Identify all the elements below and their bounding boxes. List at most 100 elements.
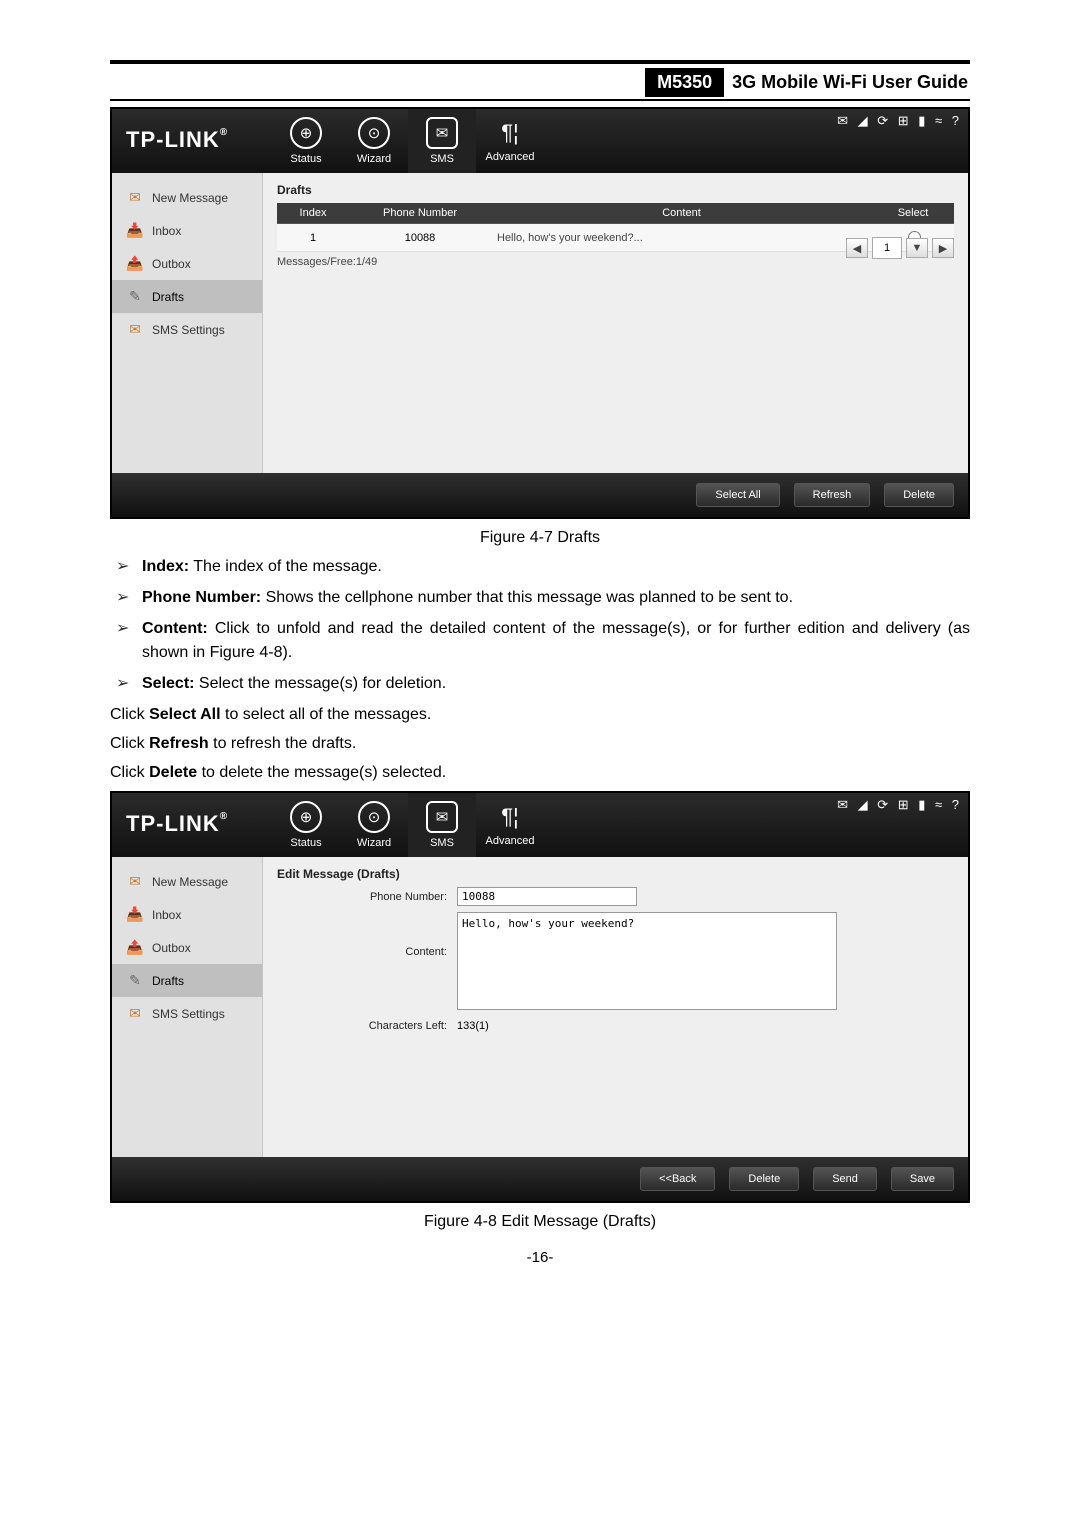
select-all-button[interactable]: Select All [696, 483, 779, 507]
delete-button[interactable]: Delete [729, 1167, 799, 1191]
sidebar-item-sms-settings[interactable]: ✉ SMS Settings [112, 997, 262, 1030]
sidebar-item-inbox[interactable]: 📥 Inbox [112, 898, 262, 931]
list-item: Content: Click to unfold and read the de… [142, 617, 970, 667]
content-label: Content: [277, 912, 457, 958]
nav-advanced-label: Advanced [486, 151, 535, 163]
back-button[interactable]: <<Back [640, 1167, 715, 1191]
inbox-icon: 📥 [126, 906, 144, 923]
nav-tabs: ⊕ Status ⊙ Wizard ✉ SMS ¶¦ Advanced [272, 793, 544, 857]
refresh-button[interactable]: Refresh [794, 483, 871, 507]
drafts-icon: ✎ [126, 288, 144, 305]
nav-status[interactable]: ⊕ Status [272, 109, 340, 173]
figure-caption-1: Figure 4-7 Drafts [110, 529, 970, 547]
panel-footer: Select All Refresh Delete [112, 473, 968, 517]
figure-4-8: TP-LINK® ⊕ Status ⊙ Wizard ✉ SMS ¶¦ Adva… [110, 791, 970, 1203]
globe-icon: ⊕ [290, 117, 322, 149]
envelope-icon: ✉ [426, 801, 458, 833]
sidebar-item-outbox[interactable]: 📤 Outbox [112, 247, 262, 280]
target-icon: ⊙ [358, 117, 390, 149]
globe-icon: ⊕ [290, 801, 322, 833]
nav-status-label: Status [290, 153, 321, 165]
sliders-icon: ¶¦ [496, 803, 524, 831]
model-chip: M5350 [645, 68, 724, 97]
paragraph: Click Select All to select all of the me… [110, 703, 970, 728]
outbox-icon: 📤 [126, 939, 144, 956]
sms-sidebar: ✉ New Message 📥 Inbox 📤 Outbox ✎ Drafts … [112, 173, 263, 473]
nav-advanced-label: Advanced [486, 835, 535, 847]
sidebar-item-label: SMS Settings [152, 1007, 225, 1021]
nav-wizard-label: Wizard [357, 837, 391, 849]
send-button[interactable]: Send [813, 1167, 877, 1191]
tray-icons: ✉ ◢ ⟳ ⊞ ▮ ≈ ? [837, 113, 962, 129]
drafts-icon: ✎ [126, 972, 144, 989]
sidebar-item-label: SMS Settings [152, 323, 225, 337]
sidebar-item-label: Inbox [152, 908, 181, 922]
sidebar-item-label: Outbox [152, 257, 191, 271]
list-item: Select: Select the message(s) for deleti… [142, 672, 970, 697]
col-phone: Phone Number [349, 203, 491, 224]
nav-tabs: ⊕ Status ⊙ Wizard ✉ SMS ¶¦ Advanced [272, 109, 544, 173]
sidebar-item-label: New Message [152, 875, 228, 889]
sidebar-item-new-message[interactable]: ✉ New Message [112, 181, 262, 214]
sidebar-item-label: Drafts [152, 974, 184, 988]
nav-status-label: Status [290, 837, 321, 849]
nav-sms-label: SMS [430, 837, 454, 849]
pager-prev[interactable]: ◀ [846, 238, 868, 258]
content-textarea[interactable] [457, 912, 837, 1010]
doc-title: 3G Mobile Wi-Fi User Guide [732, 72, 970, 93]
bullet-list: Index: The index of the message. Phone N… [110, 555, 970, 697]
delete-button[interactable]: Delete [884, 483, 954, 507]
brand-logo: TP-LINK® [112, 793, 272, 857]
sidebar-item-sms-settings[interactable]: ✉ SMS Settings [112, 313, 262, 346]
settings-icon: ✉ [126, 1005, 144, 1022]
sidebar-item-drafts[interactable]: ✎ Drafts [112, 964, 262, 997]
pager-next[interactable]: ▶ [932, 238, 954, 258]
paragraph: Click Delete to delete the message(s) se… [110, 761, 970, 786]
outbox-icon: 📤 [126, 255, 144, 272]
list-item: Index: The index of the message. [142, 555, 970, 580]
sidebar-item-label: Outbox [152, 941, 191, 955]
list-item: Phone Number: Shows the cellphone number… [142, 586, 970, 611]
cell-content[interactable]: Hello, how's your weekend?... [491, 224, 872, 252]
paragraph: Click Refresh to refresh the drafts. [110, 732, 970, 757]
col-content: Content [491, 203, 872, 224]
sidebar-item-label: New Message [152, 191, 228, 205]
compose-icon: ✉ [126, 189, 144, 206]
figure-caption-2: Figure 4-8 Edit Message (Drafts) [110, 1213, 970, 1231]
sliders-icon: ¶¦ [496, 119, 524, 147]
nav-sms[interactable]: ✉ SMS [408, 109, 476, 173]
nav-wizard[interactable]: ⊙ Wizard [340, 109, 408, 173]
nav-sms[interactable]: ✉ SMS [408, 793, 476, 857]
sidebar-item-new-message[interactable]: ✉ New Message [112, 865, 262, 898]
pager-dropdown[interactable]: ▼ [906, 238, 928, 258]
sidebar-item-inbox[interactable]: 📥 Inbox [112, 214, 262, 247]
sidebar-item-outbox[interactable]: 📤 Outbox [112, 931, 262, 964]
compose-icon: ✉ [126, 873, 144, 890]
panel-title: Edit Message (Drafts) [277, 867, 954, 881]
brand-logo: TP-LINK® [112, 109, 272, 173]
pager-page-input[interactable] [872, 237, 902, 259]
sidebar-item-drafts[interactable]: ✎ Drafts [112, 280, 262, 313]
nav-wizard[interactable]: ⊙ Wizard [340, 793, 408, 857]
nav-status[interactable]: ⊕ Status [272, 793, 340, 857]
figure-4-7: TP-LINK® ⊕ Status ⊙ Wizard ✉ SMS ¶¦ Adva… [110, 107, 970, 519]
nav-wizard-label: Wizard [357, 153, 391, 165]
nav-advanced[interactable]: ¶¦ Advanced [476, 109, 544, 173]
envelope-icon: ✉ [426, 117, 458, 149]
inbox-icon: 📥 [126, 222, 144, 239]
col-index: Index [277, 203, 349, 224]
phone-number-input[interactable] [457, 887, 637, 906]
nav-sms-label: SMS [430, 153, 454, 165]
sms-sidebar: ✉ New Message 📥 Inbox 📤 Outbox ✎ Drafts … [112, 857, 263, 1157]
chars-left-value: 133(1) [457, 1016, 489, 1032]
col-select: Select [872, 203, 954, 224]
doc-header: M5350 3G Mobile Wi-Fi User Guide [110, 60, 970, 101]
phone-label: Phone Number: [277, 887, 457, 903]
sidebar-item-label: Inbox [152, 224, 181, 238]
save-button[interactable]: Save [891, 1167, 954, 1191]
panel-footer: <<Back Delete Send Save [112, 1157, 968, 1201]
nav-advanced[interactable]: ¶¦ Advanced [476, 793, 544, 857]
tray-icons: ✉ ◢ ⟳ ⊞ ▮ ≈ ? [837, 797, 962, 813]
router-header: TP-LINK® ⊕ Status ⊙ Wizard ✉ SMS ¶¦ Adva… [112, 109, 968, 173]
target-icon: ⊙ [358, 801, 390, 833]
